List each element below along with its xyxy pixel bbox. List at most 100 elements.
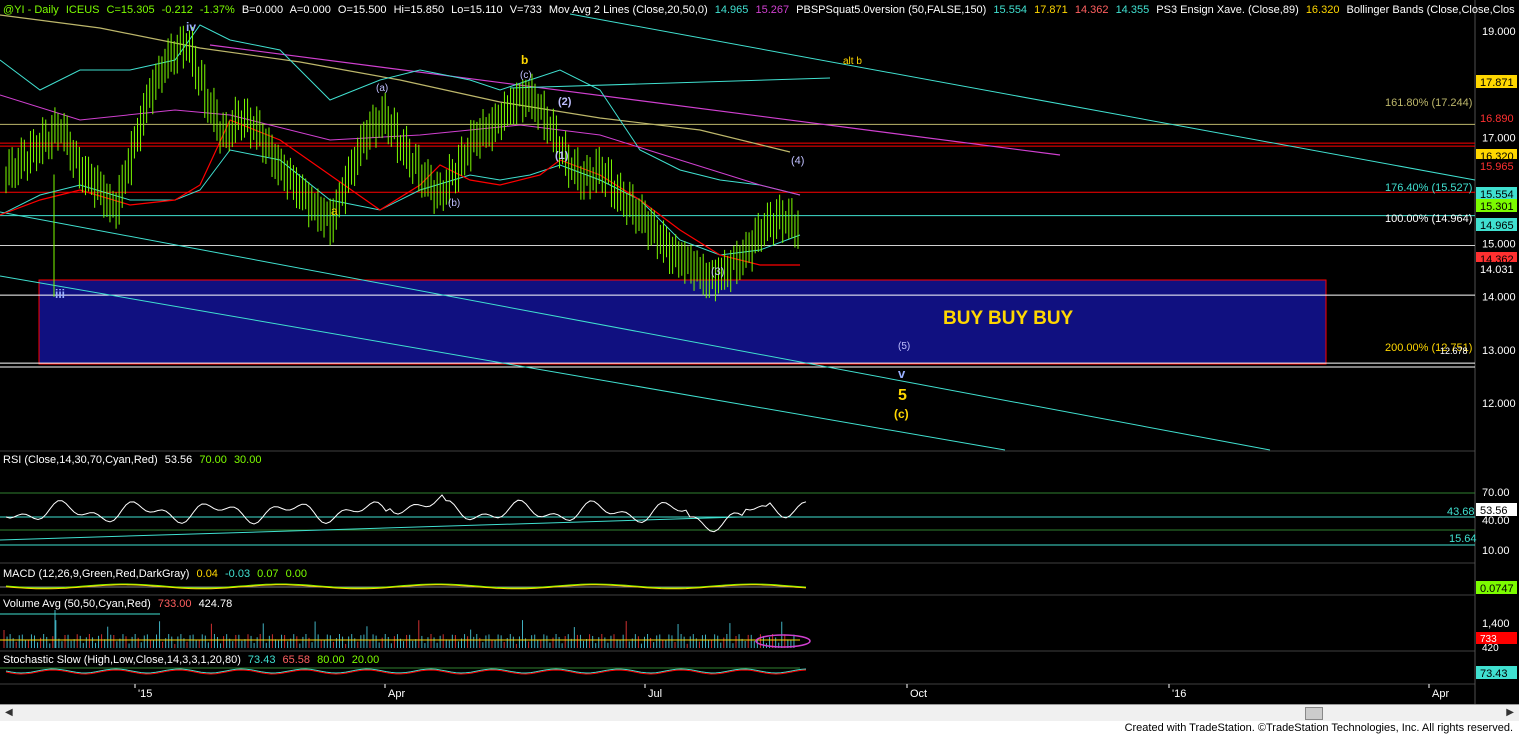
volume-highlight-ellipse — [755, 634, 811, 648]
pbs-value-4: 14.355 — [1115, 4, 1150, 16]
wave-label-iii: iii — [55, 287, 65, 301]
buy-zone-box — [38, 279, 1327, 365]
stoch-value-2: 65.58 — [282, 654, 311, 666]
rsi-level-1-label: 43.68 — [1447, 506, 1475, 518]
pbs-value-3: 14.362 — [1074, 4, 1109, 16]
macd-header: MACD (12,26,9,Green,Red,DarkGray) 0.04 -… — [3, 568, 311, 581]
price-tag-label: 14.965 — [1480, 220, 1514, 232]
rsi-overbought: 70.00 — [199, 454, 227, 466]
open-value: O=15.500 — [337, 4, 387, 16]
channel-upper-line — [569, 13, 1476, 181]
scroll-right-icon[interactable]: ▶ — [1506, 707, 1514, 718]
stoch-value-4: 20.00 — [351, 654, 380, 666]
ema-line — [0, 14, 791, 153]
price-tick-label: 12.000 — [1482, 398, 1516, 410]
price-tick-label: 13.000 — [1482, 345, 1516, 357]
rsi-value: 53.56 — [164, 454, 193, 466]
time-tick-label: '15 — [138, 688, 152, 700]
rsi-line — [5, 494, 807, 533]
time-tick-label: Apr — [388, 688, 405, 700]
wave-label-wa: (a) — [376, 83, 388, 94]
wave-label-five: 5 — [898, 387, 907, 404]
wave-label-b: b — [521, 53, 528, 67]
wave-label-iv: iv — [186, 20, 196, 34]
wave-label-alt-b: alt b — [843, 56, 862, 67]
macd-value-2: -0.03 — [225, 568, 251, 580]
rsi-tick-label: 70.00 — [1482, 487, 1510, 499]
macd-tag-label: 0.0747 — [1480, 583, 1514, 595]
stoch-header: Stochastic Slow (High,Low,Close,14,3,3,1… — [3, 654, 383, 667]
time-tick-label: Apr — [1432, 688, 1449, 700]
rsi-tick-label: 10.00 — [1482, 545, 1510, 557]
volume-header: Volume Avg (50,50,Cyan,Red) 733.00 424.7… — [3, 598, 236, 611]
fib-label-161: 161.80% (17.244) — [1385, 97, 1472, 109]
volume-tick-label: 1,400 — [1482, 618, 1510, 630]
horizontal-scrollbar[interactable]: ◀ ▶ — [0, 704, 1519, 721]
wave-label-c: (c) — [894, 407, 909, 421]
pbs-value-2: 17.871 — [1034, 4, 1068, 16]
fib-label-100: 100.00% (14.964) — [1385, 213, 1472, 225]
time-tick-label: Jul — [648, 688, 662, 700]
volume-value-1: 733.00 — [157, 598, 192, 610]
low-value: Lo=15.110 — [451, 4, 503, 16]
price-tick-label: 19.000 — [1482, 26, 1516, 38]
exchange-label: ICEUS — [65, 4, 100, 16]
time-tick-label: Oct — [910, 688, 927, 700]
stoch-value-1: 73.43 — [247, 654, 276, 666]
stoch-value-3: 80.00 — [317, 654, 345, 666]
last-price: C=15.305 — [106, 4, 155, 16]
rsi-oversold: 30.00 — [233, 454, 262, 466]
wave-label-w4: (4) — [791, 155, 804, 167]
stoch-label: Stochastic Slow (High,Low,Close,14,3,3,1… — [3, 654, 241, 666]
price-tag-label: 16.890 — [1480, 113, 1514, 125]
rsi-level-2-label: 15.64 — [1449, 533, 1477, 545]
macd-value-4: 0.00 — [285, 568, 308, 580]
bb-label: Bollinger Bands (Close,Close,Clos — [1346, 4, 1515, 16]
copyright-text: Created with TradeStation. ©TradeStation… — [1124, 722, 1513, 734]
ma-label: Mov Avg 2 Lines (Close,20,50,0) — [548, 4, 708, 16]
wave-label-wb: (b) — [448, 198, 460, 209]
footer-bar: Created with TradeStation. ©TradeStation… — [0, 721, 1519, 736]
macd-label: MACD (12,26,9,Green,Red,DarkGray) — [3, 568, 190, 580]
stoch-tag-label: 73.43 — [1480, 668, 1508, 680]
rsi-trendline — [0, 516, 741, 541]
rsi-label: RSI (Close,14,30,70,Cyan,Red) — [3, 454, 158, 466]
symbol-label: @YI - Daily — [3, 4, 59, 16]
buy-zone-text: BUY BUY BUY — [943, 308, 1074, 329]
bollinger-upper — [0, 24, 801, 196]
scroll-thumb[interactable] — [1305, 707, 1323, 720]
wave-label-w3: (3) — [711, 266, 724, 278]
change-pct: -1.37% — [199, 4, 235, 16]
change-value: -0.212 — [161, 4, 193, 16]
ps3-label: PS3 Ensign Xave. (Close,89) — [1156, 4, 1299, 16]
chart-header: @YI - Daily ICEUS C=15.305 -0.212 -1.37%… — [3, 3, 1519, 17]
price-tag-label: 15.301 — [1480, 201, 1514, 213]
pbs-value-1: 15.554 — [993, 4, 1028, 16]
chart-window: 19.00018.00017.00016.00015.00014.00013.0… — [0, 0, 1519, 736]
bid-value: B=0.000 — [241, 4, 284, 16]
alt-b-line — [509, 77, 831, 89]
wave-label-w5: (5) — [898, 341, 910, 352]
rsi-header: RSI (Close,14,30,70,Cyan,Red) 53.56 70.0… — [3, 454, 265, 467]
rsi-tag-label: 53.56 — [1480, 505, 1508, 517]
price-tag-label: 14.031 — [1480, 264, 1514, 276]
scroll-left-icon[interactable]: ◀ — [5, 707, 13, 718]
price-tag-label: 17.871 — [1480, 77, 1514, 89]
downtrend-line — [209, 44, 1061, 156]
price-tag-label: 15.965 — [1480, 161, 1514, 173]
ask-value: A=0.000 — [289, 4, 331, 16]
macd-value-3: 0.07 — [257, 568, 279, 580]
ma-value-2: 15.267 — [755, 4, 790, 16]
wave-label-a: a — [331, 204, 338, 218]
volume-label: Volume Avg (50,50,Cyan,Red) — [3, 598, 151, 610]
price-tick-label: 17.000 — [1482, 132, 1516, 144]
fib-label-176: 176.40% (15.527) — [1385, 182, 1472, 194]
volume-value-2: 424.78 — [198, 598, 233, 610]
high-value: Hi=15.850 — [393, 4, 445, 16]
price-tick-label: 14.000 — [1482, 292, 1516, 304]
fib-label-200b: 12.678 — [1440, 346, 1468, 356]
ps3-value: 16.320 — [1305, 4, 1340, 16]
price-tick-label: 15.000 — [1482, 239, 1516, 251]
macd-value-1: 0.04 — [196, 568, 218, 580]
time-tick-label: '16 — [1172, 688, 1186, 700]
